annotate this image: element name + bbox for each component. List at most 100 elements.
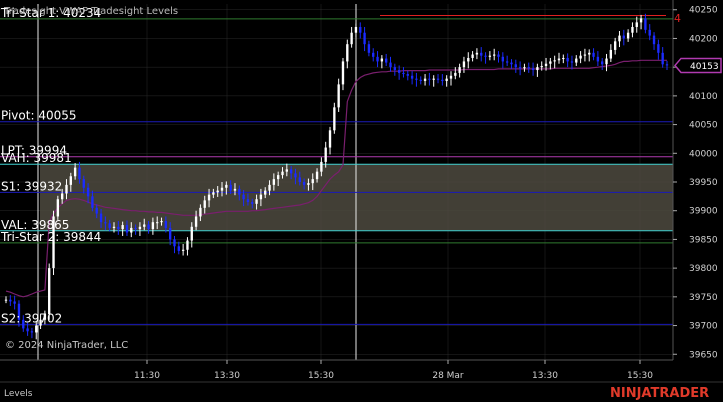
candle-body xyxy=(454,72,457,76)
candle-body xyxy=(605,58,608,65)
candle-body xyxy=(341,61,345,85)
candle-body xyxy=(229,184,232,191)
candle-body xyxy=(588,52,591,55)
candle-body xyxy=(423,78,427,81)
x-tick-label: 15:30 xyxy=(308,371,334,381)
y-tick-label: 40250 xyxy=(689,6,718,16)
candle-body xyxy=(432,78,435,80)
candle-body xyxy=(488,55,492,57)
candle-body xyxy=(441,79,444,81)
candle-body xyxy=(406,74,409,76)
candle-body xyxy=(514,64,517,68)
y-tick-label: 39750 xyxy=(689,293,718,303)
candle-body xyxy=(562,57,565,59)
x-tick-label: 15:30 xyxy=(627,371,653,381)
level-label-vah: VAH: 39981 xyxy=(1,151,72,165)
candle-body xyxy=(242,194,245,200)
candle-body xyxy=(531,68,535,71)
candle-body xyxy=(48,268,51,315)
candle-body xyxy=(631,26,634,33)
candle-body xyxy=(415,78,418,80)
candle-body xyxy=(397,70,401,73)
candle-body xyxy=(35,325,38,333)
candle-body xyxy=(108,223,111,228)
candle-body xyxy=(475,52,479,55)
candle-body xyxy=(553,60,556,62)
candle-body xyxy=(156,222,159,224)
y-tick-label: 40000 xyxy=(689,149,718,159)
candle-body xyxy=(367,44,371,53)
candle-body xyxy=(307,183,310,185)
candle-body xyxy=(363,32,366,45)
flag-label: 4 xyxy=(674,12,681,25)
candle-body xyxy=(246,199,250,203)
candle-body xyxy=(497,54,500,57)
candle-body xyxy=(276,175,280,180)
y-tick-label: 39850 xyxy=(689,235,718,245)
candle-body xyxy=(220,187,224,191)
candle-body xyxy=(436,78,440,80)
candle-body xyxy=(661,52,664,65)
candle-body xyxy=(579,55,582,59)
candle-body xyxy=(289,169,293,174)
level-label-s1: S1: 39932 xyxy=(1,179,62,193)
candle-body xyxy=(91,196,94,208)
candle-body xyxy=(160,221,163,223)
candle-body xyxy=(613,41,617,50)
candle-body xyxy=(609,49,613,59)
candle-body xyxy=(186,240,189,250)
candle-body xyxy=(147,224,150,230)
x-tick-label: 11:30 xyxy=(134,371,160,381)
candle-body xyxy=(26,328,29,332)
candle-body xyxy=(143,224,146,227)
candle-body xyxy=(190,226,193,241)
candle-body xyxy=(168,227,172,240)
level-label-s2: S2: 39702 xyxy=(1,311,62,325)
candle-body xyxy=(549,61,552,64)
candle-body xyxy=(285,169,288,172)
candle-body xyxy=(566,57,569,62)
candle-body xyxy=(445,78,448,81)
y-tick-label: 39900 xyxy=(689,207,718,217)
candle-body xyxy=(320,161,323,172)
candle-body xyxy=(510,62,513,65)
candle-body xyxy=(65,184,68,194)
candle-body xyxy=(86,187,90,197)
candle-body xyxy=(419,79,422,81)
candle-body xyxy=(354,26,358,33)
candle-body xyxy=(138,226,142,230)
candle-body xyxy=(518,67,522,69)
candle-body xyxy=(130,227,133,233)
candle-body xyxy=(272,179,276,185)
candle-body xyxy=(78,167,81,180)
candle-body xyxy=(359,26,362,33)
candle-body xyxy=(575,58,578,63)
candle-body xyxy=(112,226,116,228)
candle-body xyxy=(30,331,34,333)
price-chart[interactable]: Tri-Star 1: 40234Pivot: 40055LPT: 39994V… xyxy=(0,0,723,402)
candle-body xyxy=(302,182,306,185)
candle-body xyxy=(311,179,314,184)
candle-body xyxy=(557,58,561,61)
candle-body xyxy=(199,207,202,217)
candle-body xyxy=(471,54,474,58)
candle-body xyxy=(639,18,643,23)
candle-body xyxy=(125,225,129,233)
candle-body xyxy=(69,176,72,185)
candle-body xyxy=(216,190,219,193)
last-price-label: 40153 xyxy=(690,62,719,72)
y-tick-label: 40050 xyxy=(689,121,718,131)
candle-body xyxy=(95,207,98,214)
candle-body xyxy=(82,179,85,188)
candle-body xyxy=(281,171,284,176)
candle-body xyxy=(194,216,198,227)
level-label-tri-star-2: Tri-Star 2: 39844 xyxy=(0,230,101,244)
candle-body xyxy=(259,194,263,200)
candle-body xyxy=(255,199,258,204)
brand-trader: TRADER xyxy=(651,386,710,401)
candle-body xyxy=(173,239,176,247)
candle-body xyxy=(622,35,625,39)
candle-body xyxy=(523,67,526,69)
candle-body xyxy=(601,61,604,65)
candle-body xyxy=(570,61,574,63)
